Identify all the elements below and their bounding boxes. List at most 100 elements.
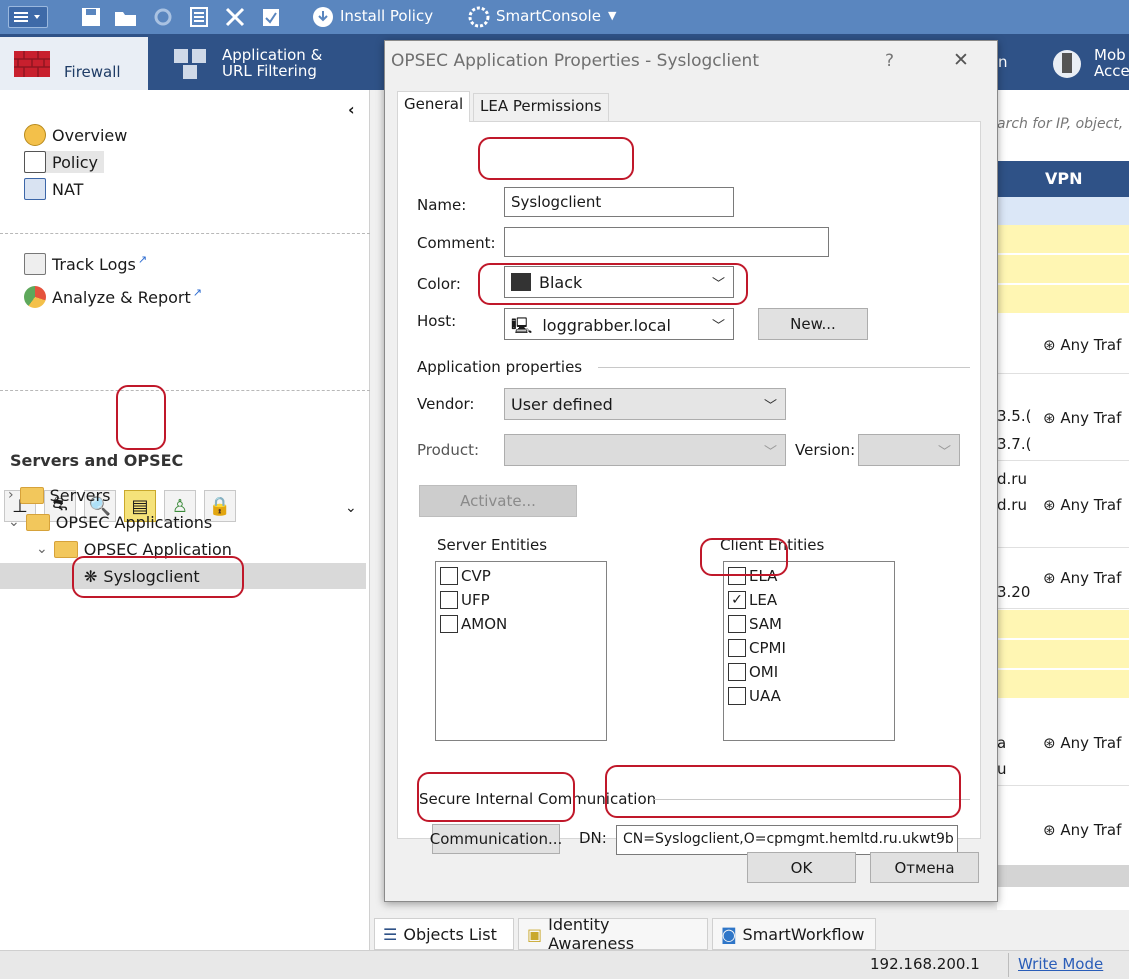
tab-smartworkflow[interactable]: ◙ SmartWorkflow bbox=[712, 918, 876, 950]
name-field[interactable]: Syslogclient bbox=[504, 187, 734, 217]
save-icon[interactable] bbox=[80, 6, 102, 28]
smartworkflow-icon: ◙ bbox=[721, 924, 737, 944]
new-host-button[interactable]: New... bbox=[758, 308, 868, 340]
table-row[interactable] bbox=[997, 285, 1129, 313]
color-value: Black bbox=[539, 273, 583, 292]
search-box[interactable]: arch for IP, object, bbox=[997, 110, 1129, 142]
tab-partial[interactable] bbox=[361, 37, 384, 90]
table-row[interactable] bbox=[997, 610, 1129, 638]
main-menu-icon[interactable] bbox=[8, 6, 48, 28]
track-logs-icon bbox=[24, 253, 46, 275]
ok-button[interactable]: OK bbox=[747, 852, 856, 883]
tree-item-opsec-applications[interactable]: ⌄ OPSEC Applications bbox=[8, 509, 212, 535]
table-row[interactable] bbox=[997, 255, 1129, 283]
client-entity-omi[interactable]: OMI bbox=[728, 661, 778, 683]
help-button[interactable]: ? bbox=[885, 51, 894, 71]
checkbox[interactable] bbox=[728, 663, 746, 681]
list-icon[interactable] bbox=[188, 6, 210, 28]
checkbox[interactable] bbox=[728, 615, 746, 633]
table-row[interactable] bbox=[997, 670, 1129, 698]
client-entity-sam[interactable]: SAM bbox=[728, 613, 782, 635]
chevron-down-icon[interactable]: ⌄ bbox=[345, 500, 357, 516]
client-entity-ela[interactable]: ELA bbox=[728, 565, 777, 587]
install-policy-button[interactable]: Install Policy bbox=[340, 7, 433, 25]
tab-partial-n[interactable]: n bbox=[998, 37, 1020, 90]
tree-item-opsec-application[interactable]: ⌄ OPSEC Application bbox=[36, 536, 232, 562]
checkbox-checked[interactable]: ✓ bbox=[728, 591, 746, 609]
tab-firewall-label: Firewall bbox=[64, 63, 121, 81]
dialog-title: OPSEC Application Properties - Syslogcli… bbox=[391, 51, 759, 71]
verify-icon[interactable] bbox=[260, 6, 282, 28]
nav-analyze-report-label: Analyze & Report bbox=[52, 287, 191, 307]
version-select[interactable]: ﹀ bbox=[858, 434, 960, 466]
server-entity-label: AMON bbox=[461, 615, 508, 633]
policy-book-icon bbox=[24, 151, 46, 173]
table-row[interactable]: ⊛ Any Traf bbox=[997, 787, 1129, 863]
tree-item-servers-label: Servers bbox=[49, 485, 111, 505]
client-entity-label: CPMI bbox=[749, 639, 786, 657]
smartconsole-menu[interactable]: SmartConsole bbox=[496, 7, 601, 25]
tree-item-servers[interactable]: › Servers bbox=[8, 482, 110, 508]
horizontal-scrollbar[interactable] bbox=[997, 865, 1129, 887]
table-row[interactable]: ⊛ Any Traf bbox=[997, 316, 1129, 374]
tools-icon[interactable] bbox=[224, 6, 246, 28]
checkbox[interactable] bbox=[440, 615, 458, 633]
table-row[interactable]: a u ⊛ Any Traf bbox=[997, 700, 1129, 786]
chevron-right-icon[interactable]: › bbox=[8, 487, 14, 503]
open-folder-icon[interactable] bbox=[114, 6, 136, 28]
dn-field[interactable]: CN=Syslogclient,O=cpmgmt.hemltd.ru.ukwt9… bbox=[616, 825, 958, 855]
checkbox[interactable] bbox=[440, 591, 458, 609]
vendor-select[interactable]: User defined ﹀ bbox=[504, 388, 786, 420]
tab-identity-awareness[interactable]: ▣ Identity Awareness bbox=[518, 915, 708, 953]
host-select[interactable]: 🖳 loggrabber.local ﹀ bbox=[504, 308, 734, 340]
tab-smartworkflow-label: SmartWorkflow bbox=[742, 924, 865, 944]
nav-nat[interactable]: NAT bbox=[24, 178, 83, 200]
client-entity-cpmi[interactable]: CPMI bbox=[728, 637, 786, 659]
tab-mobile-access[interactable]: Mob Acce bbox=[1026, 37, 1129, 90]
top-menu-bar: Install Policy SmartConsole ▼ bbox=[0, 0, 1129, 34]
tab-firewall[interactable]: Firewall bbox=[0, 37, 148, 90]
tree-item-syslogclient[interactable]: ❋ Syslogclient bbox=[84, 563, 200, 589]
client-entity-lea[interactable]: ✓ LEA bbox=[728, 589, 777, 611]
communication-button[interactable]: Communication... bbox=[430, 824, 562, 854]
cancel-button[interactable]: Отмена bbox=[870, 852, 979, 883]
checkbox[interactable] bbox=[728, 687, 746, 705]
smartconsole-icon[interactable] bbox=[468, 6, 490, 28]
comment-field[interactable] bbox=[504, 227, 829, 257]
nav-analyze-report[interactable]: Analyze & Report ↗ bbox=[24, 286, 202, 308]
nav-policy-label: Policy bbox=[52, 152, 99, 172]
checkbox[interactable] bbox=[728, 639, 746, 657]
chevron-down-icon[interactable]: ⌄ bbox=[36, 541, 48, 557]
server-entity-cvp[interactable]: CVP bbox=[440, 565, 491, 587]
table-row[interactable]: 3.20 ⊛ Any Traf bbox=[997, 549, 1129, 609]
install-policy-icon[interactable] bbox=[312, 6, 334, 28]
table-row[interactable] bbox=[997, 640, 1129, 668]
refresh-icon[interactable] bbox=[152, 6, 174, 28]
checkbox[interactable] bbox=[728, 567, 746, 585]
activate-button[interactable]: Activate... bbox=[419, 485, 577, 517]
server-entity-ufp[interactable]: UFP bbox=[440, 589, 490, 611]
color-select[interactable]: Black ﹀ bbox=[504, 266, 734, 298]
server-entities-label: Server Entities bbox=[437, 536, 548, 554]
table-row[interactable]: d.ru d.ru ⊛ Any Traf bbox=[997, 462, 1129, 548]
tab-objects-list[interactable]: ☰ Objects List bbox=[374, 918, 514, 950]
tab-application-url-filtering[interactable]: Application & URL Filtering bbox=[152, 37, 357, 90]
tab-lea-permissions[interactable]: LEA Permissions bbox=[473, 93, 609, 121]
close-button[interactable]: ✕ bbox=[953, 49, 969, 71]
table-row[interactable]: 3.5.( 3.7.( ⊛ Any Traf bbox=[997, 375, 1129, 461]
nav-policy[interactable]: Policy bbox=[24, 151, 105, 173]
checkbox[interactable] bbox=[440, 567, 458, 585]
server-entity-amon[interactable]: AMON bbox=[440, 613, 507, 635]
nav-overview[interactable]: Overview bbox=[24, 124, 127, 146]
tree-item-opsec-apps-label: OPSEC Applications bbox=[55, 512, 213, 532]
tab-mobile-label1: Mob bbox=[1094, 46, 1126, 64]
table-row[interactable] bbox=[997, 197, 1129, 225]
nav-track-logs[interactable]: Track Logs ↗ bbox=[24, 253, 147, 275]
client-entity-uaa[interactable]: UAA bbox=[728, 685, 781, 707]
product-select[interactable]: ﹀ bbox=[504, 434, 786, 466]
table-row[interactable] bbox=[997, 225, 1129, 253]
chevron-down-icon[interactable]: ⌄ bbox=[8, 514, 20, 530]
write-mode-link[interactable]: Write Mode bbox=[1018, 955, 1103, 973]
collapse-panel-icon[interactable]: ‹ bbox=[348, 100, 355, 119]
tab-general[interactable]: General bbox=[397, 91, 471, 122]
